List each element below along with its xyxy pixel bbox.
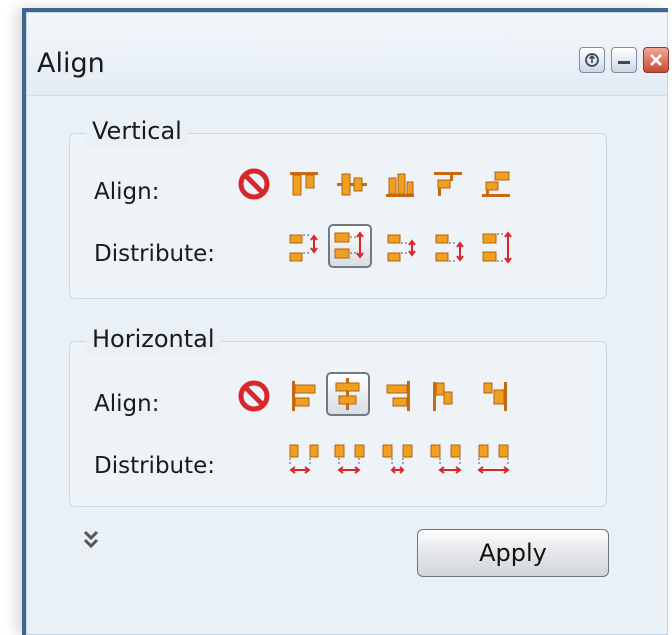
- vertical-distribute-top-button[interactable]: [282, 226, 326, 270]
- vertical-align-none-button[interactable]: [232, 162, 276, 206]
- horizontal-align-none-button[interactable]: [232, 374, 276, 418]
- align-right-stairs-icon: [483, 382, 507, 411]
- horizontal-distribute-label: Distribute:: [94, 453, 216, 479]
- align-left-icon: [292, 381, 316, 411]
- distribute-center-icon: [334, 231, 364, 259]
- vertical-distribute-bottom-button[interactable]: [428, 226, 472, 270]
- horizontal-align-right-stairs-button[interactable]: [472, 374, 516, 418]
- horizontal-distribute-spread-button[interactable]: [472, 438, 516, 482]
- horizontal-align-right-button[interactable]: [376, 374, 420, 418]
- minimize-button[interactable]: [611, 47, 637, 73]
- vertical-distribute-label: Distribute:: [94, 241, 216, 267]
- distribute-left-icon: [289, 444, 319, 474]
- horizontal-distribute-left-button[interactable]: [282, 438, 326, 482]
- expand-options-button[interactable]: [79, 528, 103, 552]
- vertical-group: Vertical Align: Distribute:: [69, 116, 607, 299]
- horizontal-align-left-button[interactable]: [282, 374, 326, 418]
- align-bottom-icon: [386, 173, 414, 197]
- align-top-icon: [290, 172, 318, 196]
- horizontal-distribute-right-button[interactable]: [424, 438, 468, 482]
- close-icon: [650, 54, 662, 66]
- distribute-gap-icon: [387, 234, 416, 262]
- horizontal-group-title: Horizontal: [86, 324, 221, 354]
- double-chevron-down-icon: [83, 530, 99, 549]
- window-frame: Align Vertical Align: Distribute: Horizo…: [22, 8, 669, 635]
- apply-button[interactable]: Apply: [417, 529, 609, 577]
- align-center-icon: [335, 378, 360, 410]
- vertical-distribute-center-button[interactable]: [328, 224, 372, 268]
- distribute-hspread-icon: [477, 444, 510, 474]
- align-panel: Align Vertical Align: Distribute: Horizo…: [26, 12, 669, 635]
- horizontal-distribute-center-button[interactable]: [328, 438, 372, 482]
- vertical-distribute-spread-button[interactable]: [476, 226, 520, 270]
- title-bar[interactable]: Align: [27, 13, 669, 96]
- distribute-right-icon: [430, 444, 462, 474]
- vertical-align-label: Align:: [94, 179, 160, 205]
- distribute-hgap-icon: [382, 444, 413, 474]
- distribute-hcenter-icon: [334, 444, 365, 474]
- vertical-align-bottom-button[interactable]: [378, 162, 422, 206]
- align-right-icon: [386, 381, 410, 411]
- horizontal-align-center-button[interactable]: [326, 372, 370, 416]
- none-icon: [238, 168, 270, 200]
- align-middle-icon: [337, 173, 367, 196]
- distribute-top-icon: [289, 234, 318, 262]
- none-icon: [238, 380, 270, 412]
- horizontal-align-left-stairs-button[interactable]: [424, 374, 468, 418]
- horizontal-distribute-gap-button[interactable]: [376, 438, 420, 482]
- vertical-group-title: Vertical: [86, 116, 188, 146]
- horizontal-align-label: Align:: [94, 391, 160, 417]
- restore-icon: [585, 53, 599, 67]
- align-top-stairs-icon: [434, 172, 462, 196]
- vertical-align-bottom-stairs-button[interactable]: [474, 162, 518, 206]
- minimize-icon: [618, 61, 630, 64]
- distribute-spread-icon: [482, 231, 512, 264]
- horizontal-group: Horizontal Align: Distribute:: [69, 324, 607, 507]
- align-left-stairs-icon: [433, 382, 453, 411]
- align-bottom-stairs-icon: [482, 171, 510, 197]
- vertical-align-top-stairs-button[interactable]: [426, 162, 470, 206]
- vertical-align-top-button[interactable]: [282, 162, 326, 206]
- window-title: Align: [37, 48, 105, 79]
- close-button[interactable]: [643, 47, 669, 73]
- distribute-bottom-icon: [435, 234, 464, 262]
- vertical-align-middle-button[interactable]: [330, 162, 374, 206]
- restore-button[interactable]: [579, 47, 605, 73]
- vertical-distribute-gap-button[interactable]: [380, 226, 424, 270]
